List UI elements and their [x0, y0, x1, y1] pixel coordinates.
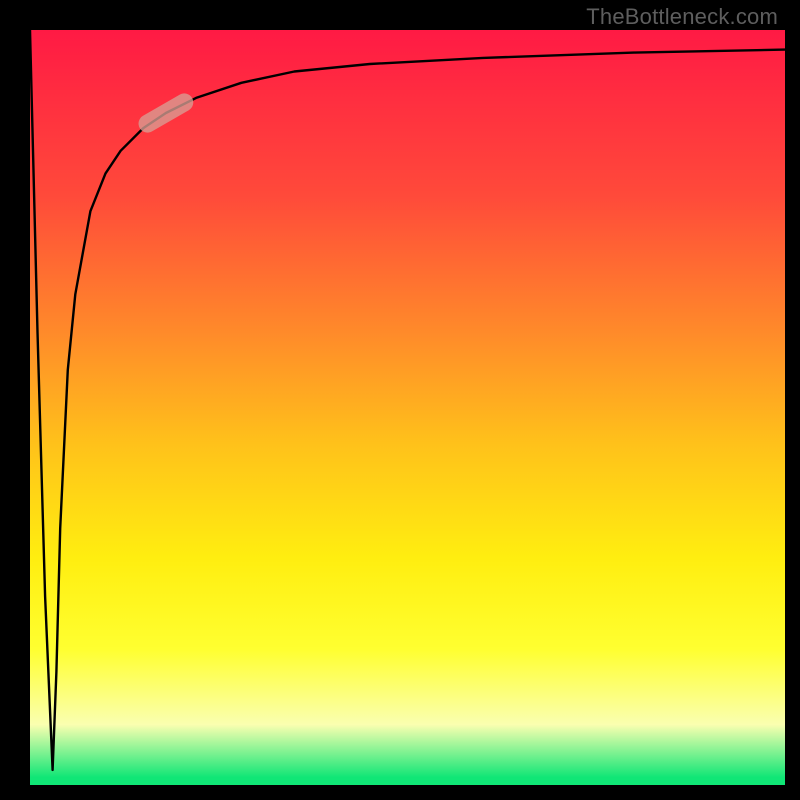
attribution-text: TheBottleneck.com	[586, 4, 778, 30]
curve-marker-pill	[135, 90, 196, 136]
curve-marker	[135, 90, 196, 136]
chart-frame: TheBottleneck.com	[0, 0, 800, 800]
bottleneck-curve	[30, 30, 785, 770]
curve-layer	[30, 30, 785, 785]
